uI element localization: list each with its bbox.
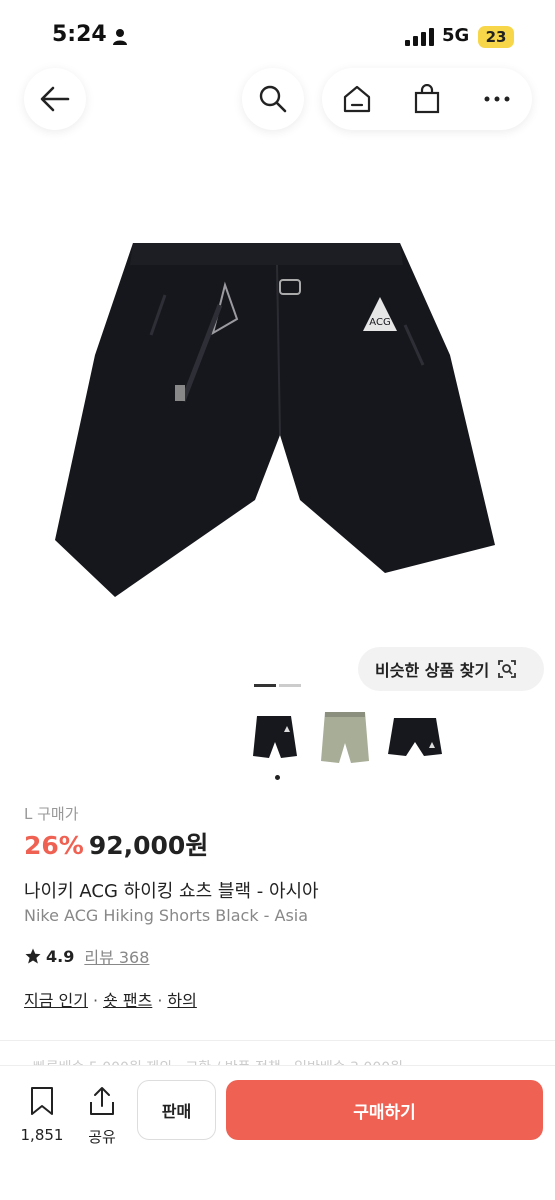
nav-actions-group — [322, 68, 532, 130]
network-label: 5G — [442, 25, 470, 46]
bookmark-button[interactable]: 1,851 — [20, 1086, 64, 1144]
signal-icon — [405, 28, 434, 46]
find-similar-button[interactable]: 비슷한 상품 찾기 — [358, 647, 544, 691]
image-indicator-active — [254, 684, 276, 687]
buy-button[interactable]: 구매하기 — [226, 1080, 543, 1140]
sell-button[interactable]: 판매 — [137, 1080, 216, 1140]
search-button[interactable] — [242, 68, 304, 130]
shopping-bag-icon — [414, 84, 440, 114]
bookmark-icon — [31, 1087, 53, 1115]
selected-thumbnail-dot — [275, 775, 280, 780]
tag-trending[interactable]: 지금 인기 — [24, 991, 88, 1010]
bookmark-count: 1,851 — [20, 1126, 64, 1144]
thumbnail-image — [253, 716, 297, 758]
more-icon — [484, 96, 510, 102]
tag-bottoms[interactable]: 하의 — [167, 991, 196, 1010]
thumbnail-black-back[interactable] — [380, 707, 450, 767]
person-icon — [113, 29, 127, 45]
more-button[interactable] — [462, 68, 532, 130]
price: 92,000원 — [88, 831, 209, 860]
product-name-korean: 나이키 ACG 하이킹 쇼츠 블랙 - 아시아 — [24, 881, 319, 902]
shopping-bag-button[interactable] — [392, 68, 462, 130]
tag-separator: · — [92, 991, 99, 1010]
tag-separator: · — [157, 991, 163, 1010]
home-icon — [343, 85, 371, 113]
back-button[interactable] — [24, 68, 86, 130]
status-time: 5:24 — [52, 22, 107, 47]
section-divider — [0, 1040, 555, 1041]
thumbnail-olive[interactable] — [310, 707, 380, 767]
share-icon — [90, 1087, 114, 1115]
home-button[interactable] — [322, 68, 392, 130]
tag-short-pants[interactable]: 숏 팬츠 — [103, 991, 152, 1010]
thumbnail-image — [321, 712, 369, 763]
back-arrow-icon — [40, 86, 70, 112]
search-icon — [259, 85, 287, 113]
rating-score: 4.9 — [46, 946, 75, 966]
share-button[interactable]: 공유 — [80, 1086, 124, 1147]
visual-search-icon — [498, 660, 517, 678]
price-row: 26% 92,000원 — [24, 826, 208, 862]
image-indicator-inactive — [279, 684, 301, 687]
product-name-english: Nike ACG Hiking Shorts Black - Asia — [24, 906, 309, 925]
review-link[interactable]: 리뷰 368 — [84, 944, 149, 968]
thumbnail-list — [240, 707, 450, 767]
product-image[interactable]: ACG — [55, 235, 500, 605]
svg-text:ACG: ACG — [369, 317, 390, 328]
rating-row: 4.9 리뷰 368 — [24, 944, 149, 968]
thumbnail-black-front[interactable] — [240, 707, 310, 767]
category-tags: 지금 인기 · 숏 팬츠 · 하의 — [24, 987, 197, 1011]
thumbnail-image — [388, 718, 442, 756]
bottom-action-bar: 1,851 공유 판매 구매하기 — [0, 1065, 555, 1200]
battery-indicator: 23 — [478, 26, 514, 48]
find-similar-label: 비슷한 상품 찾기 — [375, 661, 490, 680]
status-bar: 5:24 5G 23 — [0, 0, 555, 70]
share-label: 공유 — [88, 1128, 116, 1146]
discount-rate: 26% — [24, 831, 84, 860]
size-price-label: L 구매가 — [24, 805, 79, 823]
star-icon — [25, 948, 41, 964]
